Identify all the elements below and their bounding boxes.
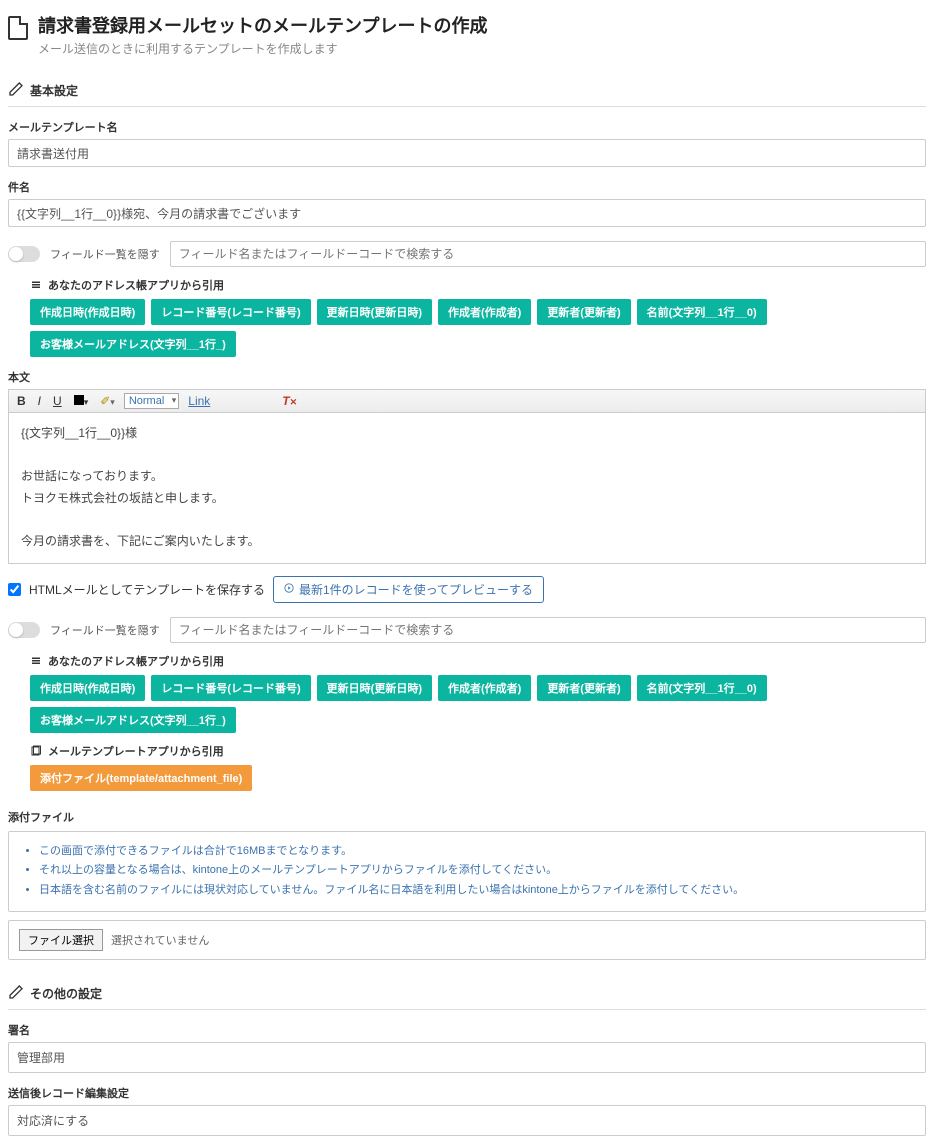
- field-tag[interactable]: お客様メールアドレス(文字列__1行_): [30, 331, 236, 357]
- quote-address-header-2: あなたのアドレス帳アプリから引用: [30, 653, 926, 669]
- template-name-input[interactable]: [8, 139, 926, 167]
- field-search-input-2[interactable]: [170, 617, 926, 643]
- link-button[interactable]: Link: [185, 393, 213, 409]
- preview-button[interactable]: 最新1件のレコードを使ってプレビューする: [273, 576, 544, 603]
- label-attachment: 添付ファイル: [8, 809, 926, 825]
- quote-template-label: メールテンプレートアプリから引用: [48, 743, 224, 759]
- hide-fields-toggle-2[interactable]: [8, 622, 40, 638]
- label-post-send: 送信後レコード編集設定: [8, 1085, 926, 1101]
- field-search-input-1[interactable]: [170, 241, 926, 267]
- pencil-icon: [8, 984, 24, 1003]
- field-tag[interactable]: 作成日時(作成日時): [30, 299, 145, 325]
- field-tag[interactable]: 更新者(更新者): [537, 299, 630, 325]
- field-tag[interactable]: 作成日時(作成日時): [30, 675, 145, 701]
- quote-template-header: メールテンプレートアプリから引用: [30, 743, 926, 759]
- play-icon: [284, 582, 294, 596]
- section-label: その他の設定: [30, 985, 102, 1002]
- field-tag[interactable]: 更新日時(更新日時): [317, 675, 432, 701]
- clear-format-button[interactable]: T✕: [279, 393, 300, 409]
- file-row: ファイル選択 選択されていません: [8, 920, 926, 960]
- field-tag[interactable]: 更新者(更新者): [537, 675, 630, 701]
- quote-address-label: あなたのアドレス帳アプリから引用: [48, 277, 224, 293]
- editor-body[interactable]: {{文字列__1行__0}}様お世話になっております。トヨクモ株式会社の坂詰と申…: [9, 413, 925, 563]
- align-right-button[interactable]: [267, 393, 273, 409]
- attachment-note: それ以上の容量となる場合は、kintone上のメールテンプレートアプリからファイ…: [39, 861, 911, 881]
- highlight-button[interactable]: ✐▾: [97, 393, 118, 409]
- field-tag[interactable]: お客様メールアドレス(文字列__1行_): [30, 707, 236, 733]
- italic-button[interactable]: I: [35, 393, 44, 409]
- file-status: 選択されていません: [111, 932, 209, 948]
- field-tag[interactable]: 名前(文字列__1行__0): [637, 299, 767, 325]
- tag-row-1: 作成日時(作成日時)レコード番号(レコード番号) 更新日時(更新日時)作成者(作成…: [30, 299, 926, 357]
- align-left-button[interactable]: [243, 393, 249, 409]
- quote-address-header-1: あなたのアドレス帳アプリから引用: [30, 277, 926, 293]
- label-subject: 件名: [8, 179, 926, 195]
- tag-row-3: 添付ファイル(template/attachment_file): [30, 765, 926, 791]
- section-basic-settings: 基本設定: [8, 75, 926, 107]
- preview-button-label: 最新1件のレコードを使ってプレビューする: [299, 581, 533, 598]
- save-as-html-checkbox[interactable]: [8, 583, 21, 596]
- quote-address-label-2: あなたのアドレス帳アプリから引用: [48, 653, 224, 669]
- label-template-name: メールテンプレート名: [8, 119, 926, 135]
- attachment-info: この画面で添付できるファイルは合計で16MBまでとなります。それ以上の容量となる…: [8, 831, 926, 912]
- field-tag[interactable]: 作成者(作成者): [438, 299, 531, 325]
- list-ordered-button[interactable]: 123: [231, 393, 237, 409]
- file-select-button[interactable]: ファイル選択: [19, 929, 103, 951]
- field-tag[interactable]: 更新日時(更新日時): [317, 299, 432, 325]
- page-subtitle: メール送信のときに利用するテンプレートを作成します: [38, 40, 487, 57]
- field-tag[interactable]: レコード番号(レコード番号): [151, 675, 310, 701]
- align-center-button[interactable]: [255, 393, 261, 409]
- format-select[interactable]: Normal: [124, 393, 179, 409]
- bold-button[interactable]: B: [14, 393, 29, 409]
- attachment-note: 日本語を含む名前のファイルには現状対応していません。ファイル名に日本語を利用した…: [39, 881, 911, 901]
- document-icon: [8, 16, 28, 40]
- label-body: 本文: [8, 369, 926, 385]
- text-color-button[interactable]: ▾: [71, 393, 92, 409]
- section-label: 基本設定: [30, 82, 78, 99]
- rich-editor: B I U ▾ ✐▾ Normal Link 123 T✕ {{文字列__1行_…: [8, 389, 926, 564]
- list-unordered-button[interactable]: [219, 393, 225, 409]
- editor-toolbar: B I U ▾ ✐▾ Normal Link 123 T✕: [9, 390, 925, 413]
- field-tag[interactable]: 作成者(作成者): [438, 675, 531, 701]
- field-tag[interactable]: 名前(文字列__1行__0): [637, 675, 767, 701]
- subject-input[interactable]: [8, 199, 926, 227]
- signature-select[interactable]: 管理部用: [8, 1042, 926, 1073]
- post-send-select[interactable]: 対応済にする: [8, 1105, 926, 1136]
- field-tag[interactable]: レコード番号(レコード番号): [151, 299, 310, 325]
- underline-button[interactable]: U: [50, 393, 65, 409]
- hide-fields-label-2: フィールド一覧を隠す: [50, 622, 160, 638]
- hide-fields-label-1: フィールド一覧を隠す: [50, 246, 160, 262]
- label-signature: 署名: [8, 1022, 926, 1038]
- field-tag[interactable]: 添付ファイル(template/attachment_file): [30, 765, 252, 791]
- section-other-settings: その他の設定: [8, 978, 926, 1010]
- hide-fields-toggle-1[interactable]: [8, 246, 40, 262]
- tag-row-2: 作成日時(作成日時)レコード番号(レコード番号) 更新日時(更新日時)作成者(作成…: [30, 675, 926, 733]
- save-as-html-label: HTMLメールとしてテンプレートを保存する: [29, 581, 265, 598]
- pencil-icon: [8, 81, 24, 100]
- attachment-note: この画面で添付できるファイルは合計で16MBまでとなります。: [39, 842, 911, 862]
- page-title: 請求書登録用メールセットのメールテンプレートの作成: [38, 12, 487, 38]
- page-header: 請求書登録用メールセットのメールテンプレートの作成 メール送信のときに利用するテ…: [8, 8, 926, 69]
